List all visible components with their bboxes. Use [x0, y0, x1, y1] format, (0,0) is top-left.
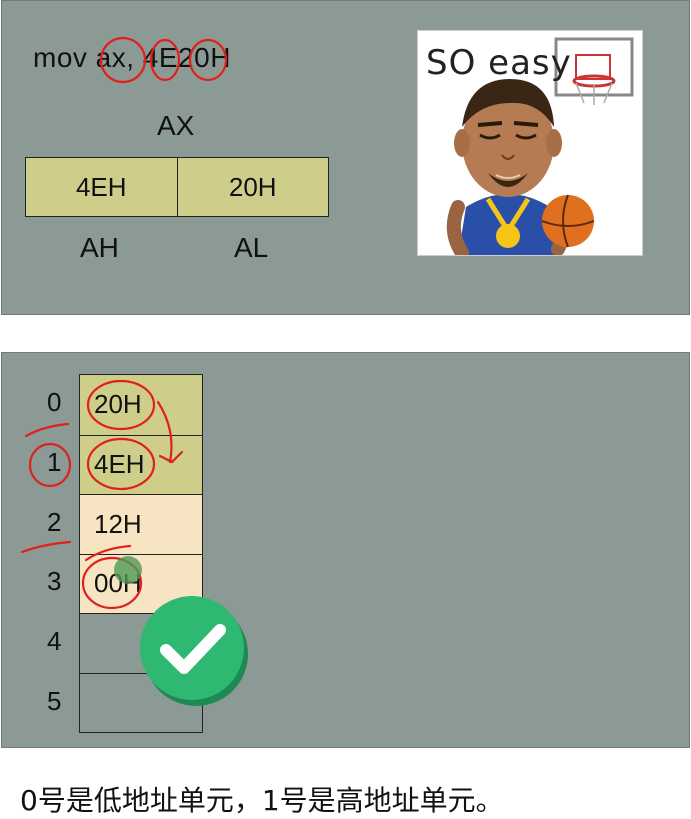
- address-label: 4: [47, 626, 62, 656]
- high-byte-cell: 4EH: [26, 158, 177, 216]
- address-label: 5: [47, 686, 62, 716]
- high-byte-label: AH: [80, 232, 119, 263]
- cartoon-sticker: SO easy: [417, 30, 643, 256]
- instruction-text: mov ax, 4E20H: [33, 42, 231, 73]
- register-name: AX: [157, 110, 195, 141]
- low-byte-label: AL: [234, 232, 269, 263]
- address-label: 3: [47, 566, 62, 596]
- caption-text: 0号是低地址单元，1号是高地址单元。: [20, 784, 504, 817]
- address-label: 1: [47, 447, 62, 477]
- memory-cell: 12H: [80, 494, 202, 554]
- address-label: 2: [47, 507, 62, 537]
- memory-cell: 4EH: [80, 434, 202, 494]
- low-byte-cell: 20H: [176, 158, 328, 216]
- sticker-caption: SO easy: [426, 43, 572, 83]
- memory-cell: 20H: [80, 375, 202, 435]
- register-box: 4EH 20H: [25, 157, 329, 217]
- check-icon: [140, 596, 248, 706]
- address-label: 0: [47, 387, 62, 417]
